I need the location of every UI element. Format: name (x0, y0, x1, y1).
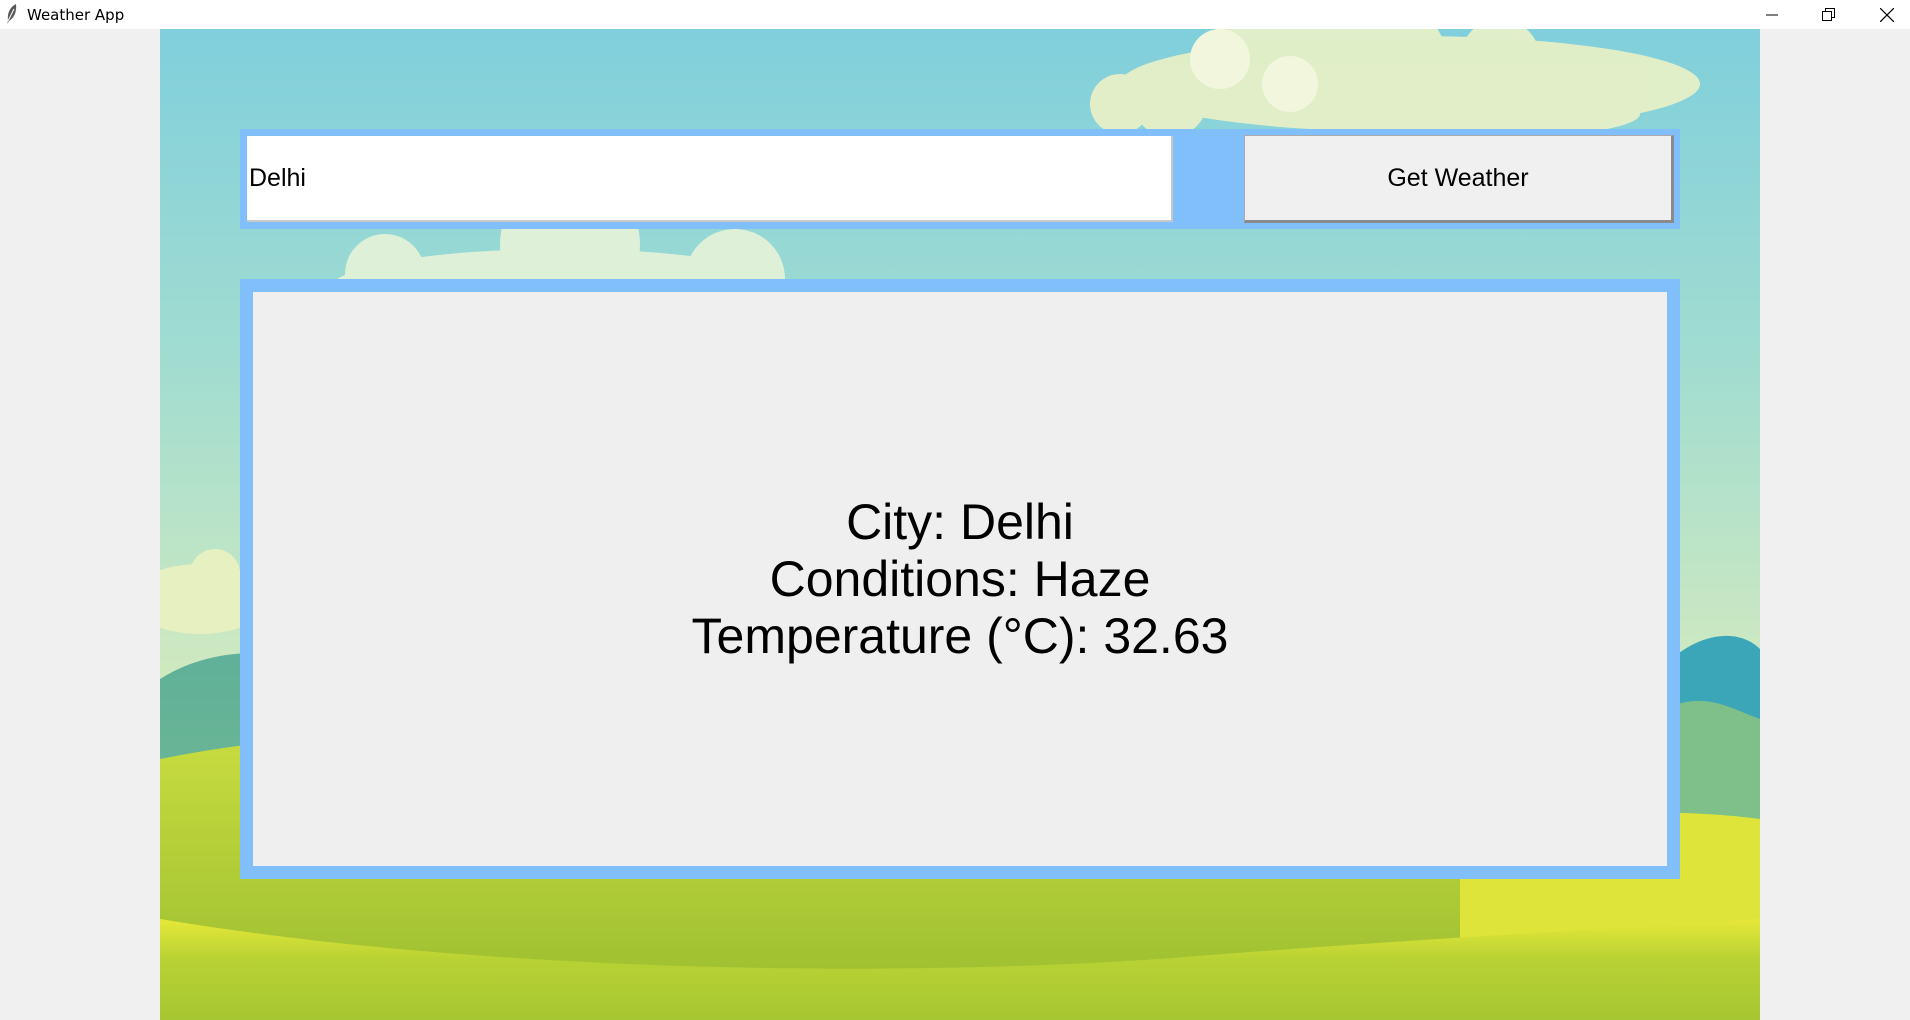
city-result: City: Delhi (846, 493, 1074, 550)
close-button[interactable] (1858, 0, 1910, 29)
minimize-icon (1766, 14, 1778, 15)
weather-result-panel: City: Delhi Conditions: Haze Temperature… (253, 292, 1667, 866)
restore-button[interactable] (1800, 0, 1858, 29)
city-input[interactable] (247, 136, 1173, 222)
feather-icon (4, 3, 20, 25)
get-weather-button[interactable]: Get Weather (1244, 135, 1674, 223)
close-icon (1880, 7, 1894, 22)
restore-icon (1822, 7, 1835, 21)
window-title: Weather App (27, 6, 125, 24)
conditions-result: Conditions: Haze (769, 550, 1151, 607)
temperature-result: Temperature (°C): 32.63 (691, 607, 1229, 664)
title-bar: Weather App (0, 0, 1910, 29)
minimize-button[interactable] (1743, 0, 1801, 29)
